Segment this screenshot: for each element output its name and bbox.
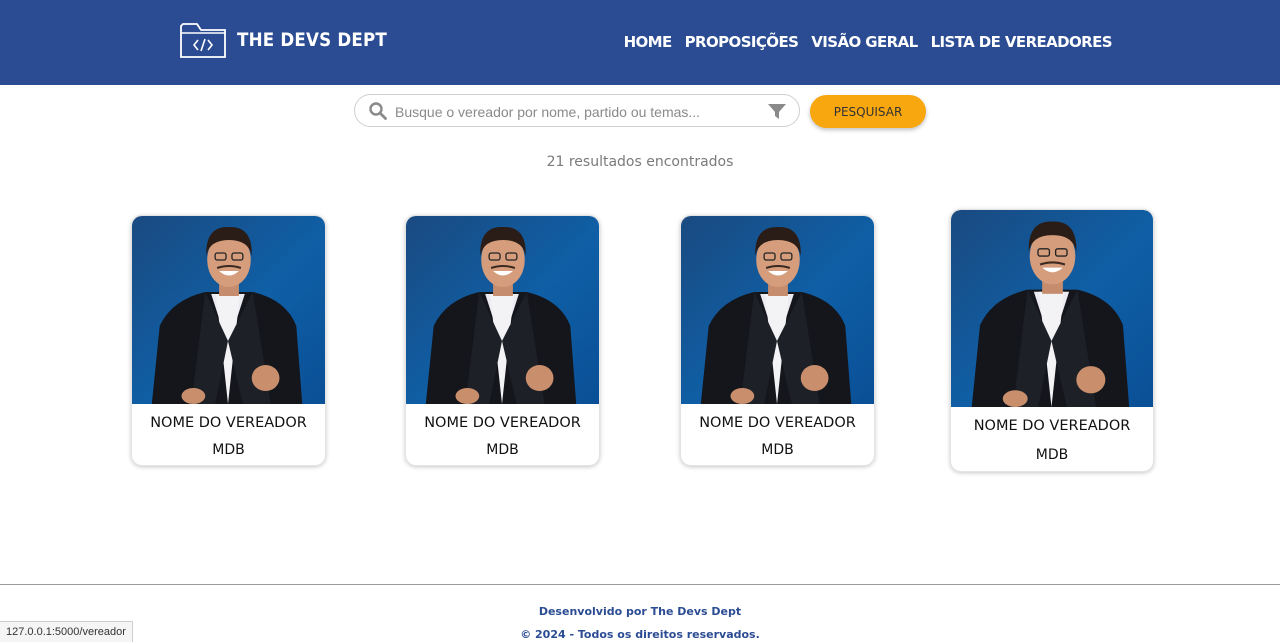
councilor-card[interactable]: NOME DO VEREADOR MDB xyxy=(950,209,1154,472)
councilor-photo xyxy=(406,216,599,404)
status-bar-url: 127.0.0.1:5000/vereador xyxy=(0,621,133,642)
footer-copyright: © 2024 - Todos os direitos reservados. xyxy=(520,628,760,641)
brand-name: THE DEVS DEPT xyxy=(237,29,387,51)
councilor-party: MDB xyxy=(1035,447,1069,463)
councilor-card[interactable]: NOME DO VEREADOR MDB xyxy=(680,215,875,466)
code-folder-icon xyxy=(179,21,228,59)
councilor-photo xyxy=(681,216,874,404)
results-count: 21 resultados encontrados xyxy=(546,154,734,170)
search-icon xyxy=(369,102,387,125)
councilor-card[interactable]: NOME DO VEREADOR MDB xyxy=(131,215,326,466)
footer-credit: Desenvolvido por The Devs Dept xyxy=(538,605,742,618)
footer-divider xyxy=(0,584,1280,585)
councilor-name: NOME DO VEREADOR xyxy=(973,418,1131,434)
councilor-party: MDB xyxy=(212,442,245,458)
councilor-photo xyxy=(132,216,325,404)
councilor-name: NOME DO VEREADOR xyxy=(699,415,856,431)
nav-home[interactable]: HOME xyxy=(624,33,673,51)
nav-visao-geral[interactable]: VISÃO GERAL xyxy=(811,33,918,51)
search-button[interactable]: PESQUISAR xyxy=(810,95,926,128)
main-nav: HOME PROPOSIÇÕES VISÃO GERAL LISTA DE VE… xyxy=(611,33,1113,51)
nav-lista-vereadores[interactable]: LISTA DE VEREADORES xyxy=(931,33,1113,51)
search-input[interactable] xyxy=(393,99,757,125)
top-navbar: THE DEVS DEPT HOME PROPOSIÇÕES VISÃO GER… xyxy=(0,0,1280,85)
councilor-card[interactable]: NOME DO VEREADOR MDB xyxy=(405,215,600,466)
nav-proposicoes[interactable]: PROPOSIÇÕES xyxy=(685,33,799,51)
councilor-photo xyxy=(951,210,1153,407)
search-bar xyxy=(354,94,800,127)
brand-logo[interactable]: THE DEVS DEPT xyxy=(179,21,407,59)
councilor-party: MDB xyxy=(761,442,794,458)
councilor-name: NOME DO VEREADOR xyxy=(150,415,307,431)
councilor-name: NOME DO VEREADOR xyxy=(424,415,581,431)
councilor-party: MDB xyxy=(486,442,519,458)
filter-icon[interactable] xyxy=(768,104,786,124)
